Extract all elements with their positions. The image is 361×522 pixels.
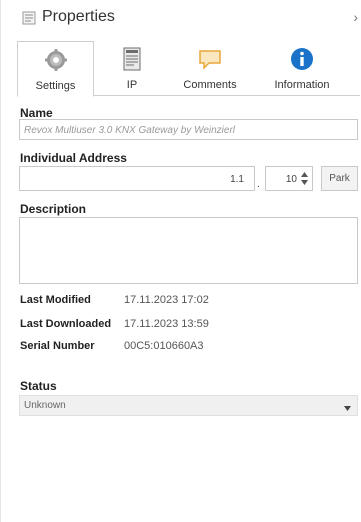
description-textarea[interactable] bbox=[19, 217, 358, 284]
chevron-down-icon bbox=[344, 403, 351, 411]
address-separator: . bbox=[257, 179, 260, 190]
individual-address-label: Individual Address bbox=[20, 151, 127, 165]
info-icon bbox=[290, 47, 314, 71]
comment-icon bbox=[198, 47, 222, 71]
status-dropdown[interactable]: Unknown bbox=[19, 395, 358, 416]
serial-number-label: Serial Number bbox=[20, 340, 95, 352]
spin-arrows-icon[interactable] bbox=[300, 170, 309, 187]
panel-header: Properties › bbox=[1, 0, 361, 36]
address-main-value: 1.1 bbox=[230, 174, 244, 185]
tab-comments-label: Comments bbox=[183, 79, 237, 91]
tab-settings[interactable]: Settings bbox=[17, 41, 94, 97]
name-label: Name bbox=[20, 106, 53, 120]
tab-settings-label: Settings bbox=[35, 80, 76, 92]
tab-information-label: Information bbox=[274, 79, 330, 91]
address-main-input[interactable]: 1.1 bbox=[19, 166, 255, 191]
description-label: Description bbox=[20, 202, 87, 216]
status-label: Status bbox=[20, 379, 57, 393]
address-device-stepper[interactable]: 10 bbox=[265, 166, 313, 191]
panel-title: Properties bbox=[42, 8, 115, 25]
tab-ip[interactable]: IP bbox=[99, 41, 165, 96]
last-modified-value: 17.11.2023 17:02 bbox=[124, 294, 209, 306]
address-device-value: 10 bbox=[285, 174, 297, 185]
name-input[interactable]: Revox Multiuser 3.0 KNX Gateway by Weinz… bbox=[19, 119, 358, 140]
tab-information[interactable]: Information bbox=[257, 41, 347, 96]
park-button[interactable]: Park bbox=[321, 166, 358, 191]
serial-number-value: 00C5:010660A3 bbox=[124, 340, 204, 352]
tab-bar: Settings IP Comments Information bbox=[17, 41, 360, 97]
last-downloaded-label: Last Downloaded bbox=[20, 318, 112, 330]
tab-comments[interactable]: Comments bbox=[169, 41, 251, 96]
gear-icon bbox=[44, 48, 68, 72]
collapse-icon[interactable]: › bbox=[353, 9, 358, 25]
properties-panel: Properties › Settings IP Comments Inform… bbox=[0, 0, 361, 522]
document-icon bbox=[120, 47, 144, 71]
last-downloaded-value: 17.11.2023 13:59 bbox=[124, 318, 209, 330]
properties-icon bbox=[22, 11, 36, 25]
tab-ip-label: IP bbox=[126, 79, 138, 91]
status-value: Unknown bbox=[24, 400, 66, 411]
last-modified-label: Last Modified bbox=[20, 294, 91, 306]
